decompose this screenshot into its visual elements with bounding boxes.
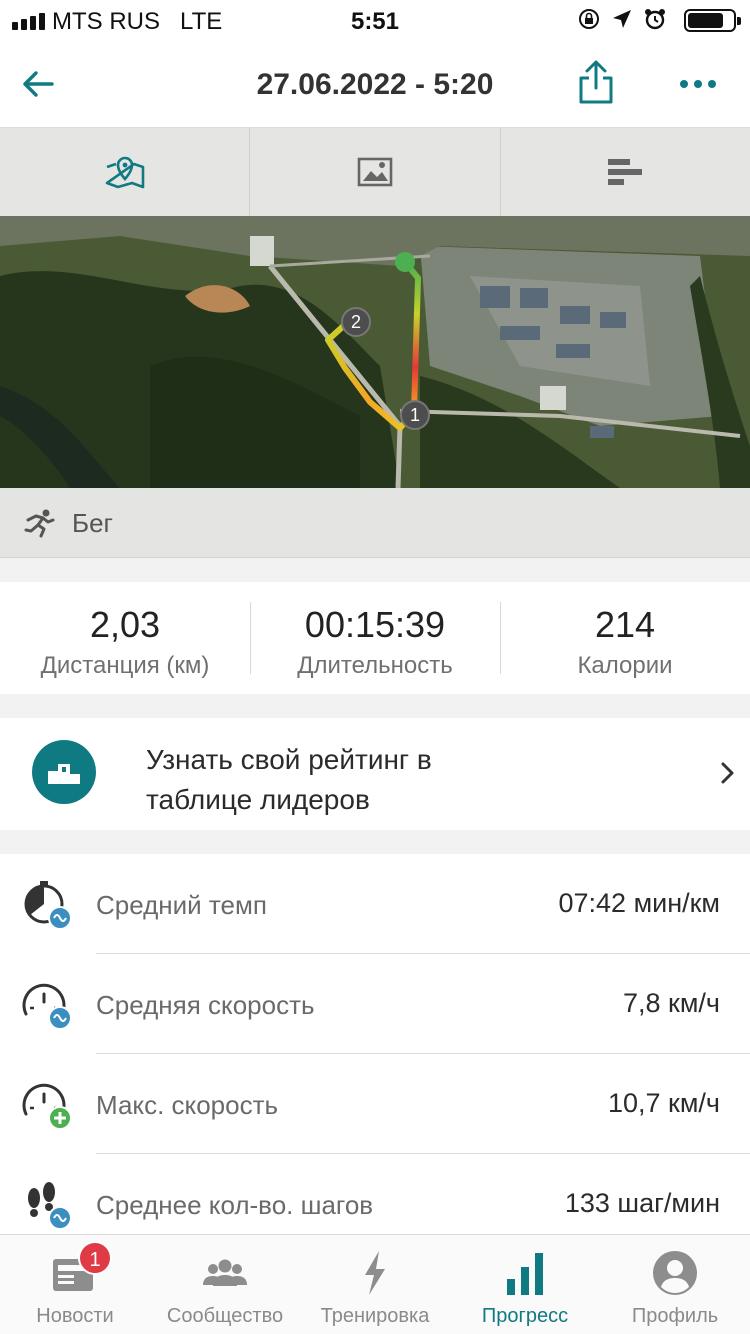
battery-icon xyxy=(684,9,741,32)
tab-photos[interactable] xyxy=(250,128,501,216)
tab-map[interactable] xyxy=(0,128,251,216)
stopwatch-avg-icon xyxy=(24,881,72,930)
activity-type-bar: Бег xyxy=(0,488,750,558)
leaderboard-icon-circle xyxy=(32,740,96,804)
stat-label: Калории xyxy=(577,652,673,679)
tab-stats[interactable] xyxy=(501,128,750,216)
metric-name: Макс. скорость xyxy=(96,1090,279,1120)
speedometer-max-icon xyxy=(22,1083,72,1130)
metrics-list: Средний темп 07:42 мин/км Средняя скорос… xyxy=(0,854,750,1234)
image-icon xyxy=(357,157,393,187)
status-icons xyxy=(578,8,666,30)
page-title: 27.06.2022 - 5:20 xyxy=(256,68,494,101)
news-badge: 1 xyxy=(78,1241,112,1275)
nav-label: Тренировка xyxy=(320,1305,430,1327)
metric-value: 7,8 км/ч xyxy=(623,988,720,1018)
lightning-icon xyxy=(365,1251,385,1295)
satellite-map-image xyxy=(0,216,750,488)
speedometer-avg-icon xyxy=(22,983,72,1030)
running-icon xyxy=(24,509,55,538)
leaderboard-line-2: таблице лидеров xyxy=(146,784,370,815)
summary-stats: 2,03 Дистанция (км) 00:15:39 Длительност… xyxy=(0,582,750,694)
metric-avg-steps: Среднее кол-во. шагов 133 шаг/мин xyxy=(0,1154,750,1234)
map-marker-2[interactable]: 2 xyxy=(341,307,371,337)
location-arrow-icon xyxy=(613,10,631,28)
leaderboard-line-1: Узнать свой рейтинг в xyxy=(146,744,432,775)
nav-label: Сообщество xyxy=(166,1305,284,1327)
status-bar: MTS RUS LTE 5:51 xyxy=(0,0,750,42)
metric-name: Средняя скорость xyxy=(96,990,315,1020)
nav-progress[interactable]: Прогресс xyxy=(450,1235,600,1334)
metric-value: 10,7 км/ч xyxy=(608,1088,720,1118)
profile-icon xyxy=(653,1251,697,1295)
nav-profile[interactable]: Профиль xyxy=(600,1235,750,1334)
nav-news[interactable]: 1 Новости xyxy=(0,1235,150,1334)
bars-icon xyxy=(608,159,643,185)
metric-name: Средний темп xyxy=(96,890,267,920)
nav-label: Прогресс xyxy=(481,1305,569,1327)
stat-label: Дистанция (км) xyxy=(40,652,210,679)
nav-community[interactable]: Сообщество xyxy=(150,1235,300,1334)
metric-value: 133 шаг/мин xyxy=(564,1188,720,1218)
stat-value: 214 xyxy=(594,604,656,645)
stat-distance: 2,03 Дистанция (км) xyxy=(0,582,250,694)
map-marker-1[interactable]: 1 xyxy=(400,400,430,430)
battery-level xyxy=(688,13,723,28)
nav-workout[interactable]: Тренировка xyxy=(300,1235,450,1334)
metric-name: Среднее кол-во. шагов xyxy=(96,1190,374,1220)
bottom-tab-bar: 1 Новости Сообщество Тренировка Прогресс xyxy=(0,1234,750,1334)
chevron-right-icon xyxy=(721,762,734,784)
route-map[interactable]: 1 2 xyxy=(0,216,750,488)
metric-value: 07:42 мин/км xyxy=(558,888,721,918)
share-icon[interactable] xyxy=(576,60,616,104)
metric-max-speed: Макс. скорость 10,7 км/ч xyxy=(0,1054,750,1154)
orientation-lock-icon xyxy=(579,9,599,29)
metric-avg-speed: Средняя скорость 7,8 км/ч xyxy=(0,954,750,1054)
stat-value: 2,03 xyxy=(89,604,161,645)
progress-bars-icon xyxy=(507,1253,543,1295)
footsteps-avg-icon xyxy=(28,1182,72,1230)
community-icon xyxy=(203,1259,247,1286)
activity-type-label: Бег xyxy=(72,508,114,538)
view-tabs xyxy=(0,128,750,216)
stat-value: 00:15:39 xyxy=(304,604,446,645)
podium-icon xyxy=(48,764,80,784)
map-pin-icon xyxy=(105,156,144,189)
metric-avg-pace: Средний темп 07:42 мин/км xyxy=(0,854,750,954)
stat-label: Длительность xyxy=(297,652,453,679)
more-dots-icon[interactable] xyxy=(678,72,718,96)
nav-label: Профиль xyxy=(631,1305,719,1327)
leaderboard-row[interactable]: Узнать свой рейтинг в таблице лидеров xyxy=(0,718,750,830)
alarm-icon xyxy=(645,9,665,30)
leaderboard-text: Узнать свой рейтинг в таблице лидеров xyxy=(146,740,606,820)
navigation-header: 27.06.2022 - 5:20 xyxy=(0,42,750,128)
stat-calories: 214 Калории xyxy=(500,582,750,694)
stat-duration: 00:15:39 Длительность xyxy=(250,582,500,694)
nav-label: Новости xyxy=(36,1305,114,1327)
